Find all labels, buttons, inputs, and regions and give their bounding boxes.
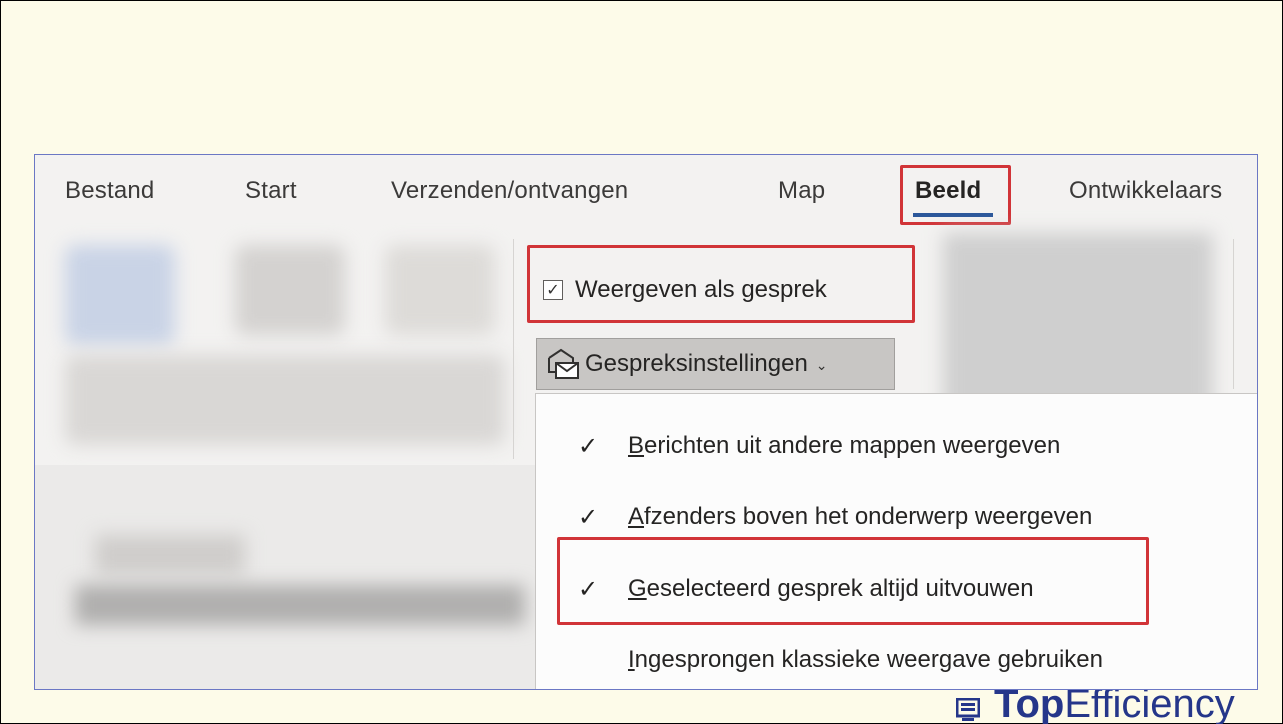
blurred-item	[95, 535, 245, 575]
conversation-settings-button[interactable]: Gespreksinstellingen ⌄	[536, 338, 895, 390]
tab-verzenden-ontvangen[interactable]: Verzenden/ontvangen	[391, 177, 628, 205]
blurred-ribbon-button	[65, 245, 175, 345]
blurred-item	[75, 585, 525, 625]
checkmark-icon: ✓	[578, 503, 599, 531]
conversation-settings-icon	[548, 348, 579, 379]
tab-bestand[interactable]: Bestand	[65, 177, 154, 205]
group-separator	[513, 239, 514, 459]
group-separator	[1233, 239, 1234, 389]
menu-item-label: Afzenders boven het onderwerp weergeven	[628, 503, 1093, 530]
highlight-show-as-conversation	[527, 245, 915, 323]
highlight-always-expand	[557, 537, 1149, 625]
monitor-icon	[956, 698, 980, 721]
highlight-beeld-tab	[900, 165, 1011, 225]
logo-text-efficiency: Efficiency	[1064, 690, 1235, 724]
blurred-ribbon-button	[235, 245, 345, 335]
checkmark-icon: ✓	[578, 432, 599, 460]
topefficiency-logo: Top Efficiency	[956, 690, 1235, 724]
conversation-settings-label: Gespreksinstellingen	[585, 350, 808, 377]
menu-item-label: Berichten uit andere mappen weergeven	[628, 432, 1061, 459]
menu-item-indented-classic-view[interactable]: Ingesprongen klassieke weergave gebruike…	[536, 630, 1257, 689]
tab-start[interactable]: Start	[245, 177, 297, 205]
tab-ontwikkelaars[interactable]: Ontwikkelaars	[1069, 177, 1222, 205]
tab-map[interactable]: Map	[778, 177, 825, 205]
logo-text-top: Top	[994, 690, 1065, 724]
blurred-ribbon-row	[65, 355, 505, 445]
outlook-ribbon-screenshot: Bestand Start Verzenden/ontvangen Map Be…	[34, 154, 1258, 690]
chevron-down-icon: ⌄	[815, 356, 828, 373]
blurred-ribbon-button	[385, 245, 495, 335]
menu-item-show-messages-other-folders[interactable]: ✓ Berichten uit andere mappen weergeven	[536, 416, 1257, 476]
ribbon-tab-bar: Bestand Start Verzenden/ontvangen Map Be…	[35, 155, 1257, 227]
blurred-pane	[35, 465, 535, 689]
menu-item-label: Ingesprongen klassieke weergave gebruike…	[628, 646, 1103, 673]
